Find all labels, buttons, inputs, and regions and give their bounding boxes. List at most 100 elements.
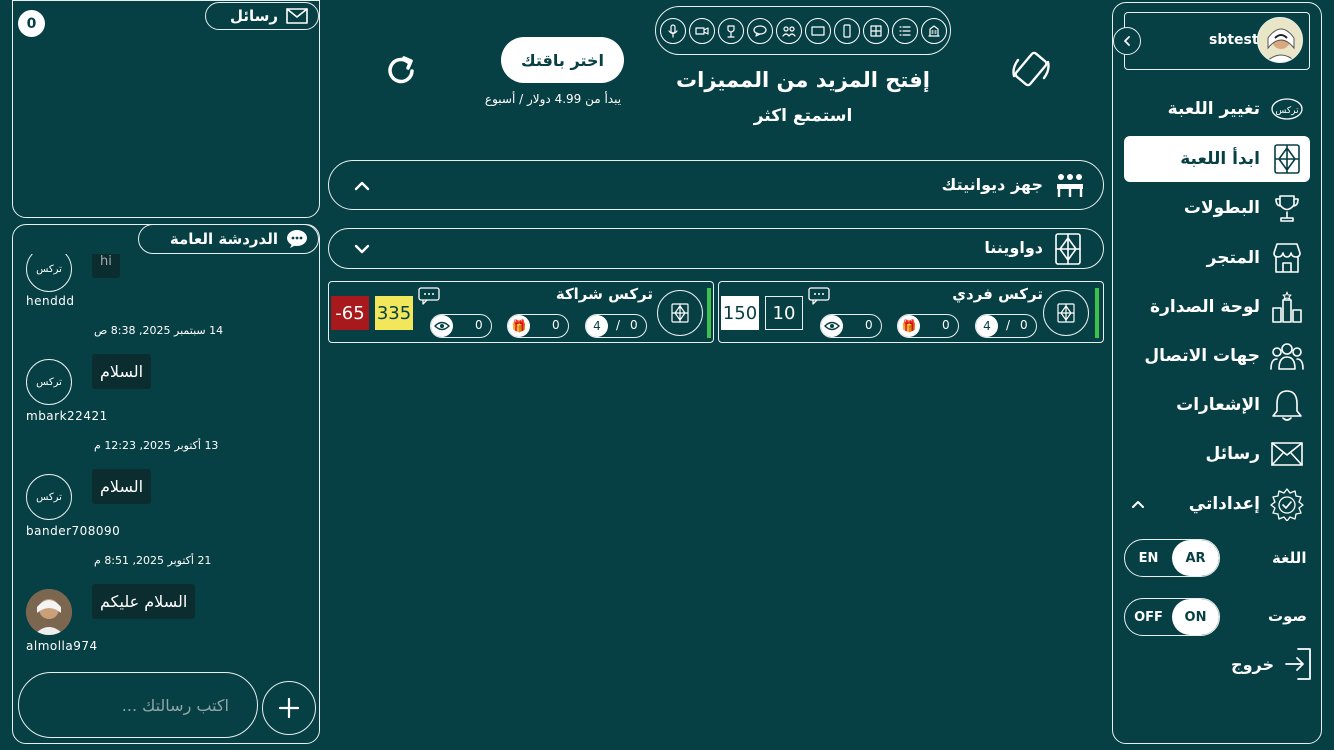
leaderboard-icon <box>1270 290 1304 324</box>
chat-username: henddd <box>26 294 75 308</box>
features-icon-bar[interactable] <box>655 6 951 55</box>
sidebar-item-settings[interactable]: إعداداتي <box>1124 481 1310 527</box>
our-diwans-section[interactable]: دواويننا <box>328 228 1104 269</box>
trophy-icon <box>1270 191 1304 225</box>
store-icon <box>1270 241 1304 275</box>
sidebar-item-label: الإشعارات <box>1176 395 1260 415</box>
gift-icon: 🎁 <box>898 315 920 337</box>
choose-package-button[interactable]: اختر باقتك <box>501 37 624 83</box>
sidebar-item-contacts[interactable]: جهات الاتصال <box>1124 333 1310 379</box>
chat-dots-icon[interactable] <box>418 287 440 305</box>
sound-off-option[interactable]: OFF <box>1125 599 1172 635</box>
game-board-icon <box>1055 233 1081 265</box>
avatar[interactable]: تركس <box>26 254 72 292</box>
viewers-count: 0 <box>430 314 492 338</box>
divider-slash: / <box>616 318 621 332</box>
game-board-icon <box>1270 142 1304 176</box>
rotate-device-icon <box>1012 51 1050 87</box>
score-team-a: 335 <box>375 296 413 330</box>
avatar[interactable]: تركس <box>26 474 72 520</box>
sidebar-item-store[interactable]: المتجر <box>1124 235 1310 281</box>
video-icon <box>688 17 715 44</box>
language-label: اللغة <box>1272 549 1307 567</box>
settings-label-group: إعداداتي <box>1189 487 1304 521</box>
room-game-badge[interactable] <box>1043 290 1089 336</box>
chat-input-placeholder: اكتب رسالتك ... <box>121 695 229 715</box>
chat-message-partial: hi <box>92 254 120 278</box>
sound-on-option[interactable]: ON <box>1172 599 1219 635</box>
our-diwans-label: دواويننا <box>984 238 1043 257</box>
game-board-icon <box>671 303 689 323</box>
prepare-diwan-label: جهز ديوانيتك <box>941 175 1043 194</box>
user-photo-avatar[interactable] <box>26 589 72 635</box>
building-icon <box>920 17 947 44</box>
sidebar-item-label: البطولات <box>1183 198 1260 218</box>
logout-button[interactable]: خروج <box>1224 644 1314 684</box>
room-card-solo[interactable]: تركس فردي 4 / 0 🎁 0 0 10 150 <box>718 281 1104 343</box>
room-game-badge[interactable] <box>657 290 703 336</box>
chat-input[interactable]: اكتب رسالتك ... <box>18 672 258 738</box>
sidebar-item-label: ابدأ اللعبة <box>1180 149 1260 169</box>
chat-icon <box>746 17 773 44</box>
chat-messages[interactable]: تركس hi henddd 14 سبتمبر 2025, 8:38 ص تر… <box>14 254 318 664</box>
avatar[interactable]: تركس <box>26 359 72 405</box>
players-count: 4 / 0 <box>585 314 647 338</box>
sound-toggle[interactable]: OFF ON <box>1124 598 1220 636</box>
sound-label: صوت <box>1268 607 1307 625</box>
prepare-diwan-section[interactable]: جهز ديوانيتك <box>328 160 1104 210</box>
room-title: تركس شراكة <box>555 285 653 303</box>
room-card-partnership[interactable]: تركس شراكة 4 / 0 🎁 0 0 335 -65 <box>328 281 714 343</box>
sidebar-item-tournaments[interactable]: البطولات <box>1124 185 1310 231</box>
list-icon <box>891 17 918 44</box>
sidebar-item-change-game[interactable]: تغيير اللعبة تركس <box>1124 86 1310 132</box>
sidebar-item-leaderboard[interactable]: لوحة الصدارة <box>1124 284 1310 330</box>
eye-icon <box>821 315 843 337</box>
score-team-b: -65 <box>331 296 369 330</box>
chat-username: bander708090 <box>26 524 121 538</box>
messages-header-pill[interactable]: رسائل <box>205 2 319 30</box>
gifts-value: 0 <box>942 318 950 332</box>
players-current: 0 <box>630 318 638 332</box>
chevron-left-icon <box>1124 36 1130 46</box>
refresh-button[interactable] <box>382 52 420 90</box>
sidebar-item-start-game[interactable]: ابدأ اللعبة <box>1124 136 1310 182</box>
game-board-icon <box>1057 303 1075 323</box>
chat-message: السلام <box>92 354 152 389</box>
tarkes-logo-icon: تركس <box>1270 92 1304 126</box>
room-title: تركس فردي <box>952 285 1043 303</box>
gifts-count: 🎁 0 <box>507 314 569 338</box>
sidebar-item-messages[interactable]: رسائل <box>1124 431 1310 477</box>
public-chat-header: الدردشة العامة <box>138 224 319 254</box>
profile-card[interactable]: sbtest <box>1113 12 1310 70</box>
chat-message: السلام <box>92 469 152 504</box>
lang-ar-option[interactable]: AR <box>1172 540 1219 576</box>
plus-icon <box>278 697 300 719</box>
chat-username: almolla974 <box>26 639 98 653</box>
tv-icon <box>804 17 831 44</box>
profile-avatar[interactable] <box>1257 17 1303 63</box>
sidebar-item-notifications[interactable]: الإشعارات <box>1124 382 1310 428</box>
bell-icon <box>1270 388 1304 422</box>
viewers-value: 0 <box>865 318 873 332</box>
gift-icon: 🎁 <box>508 315 530 337</box>
players-count: 4 / 0 <box>975 314 1037 338</box>
rotate-screen-button[interactable] <box>1008 46 1054 92</box>
profile-username: sbtest <box>1209 32 1259 48</box>
players-max: 4 <box>586 315 608 337</box>
add-attachment-button[interactable] <box>262 681 316 735</box>
sidebar-item-label: لوحة الصدارة <box>1150 297 1260 317</box>
svg-text:تركس: تركس <box>1275 106 1299 116</box>
lang-en-option[interactable]: EN <box>1125 540 1172 576</box>
chat-dots-icon[interactable] <box>808 287 830 305</box>
chevron-up-icon[interactable] <box>1130 496 1146 512</box>
logout-icon <box>1285 648 1311 680</box>
score-team-b: 150 <box>721 296 759 330</box>
chat-timestamp: 21 أكتوبر 2025, 8:51 م <box>94 554 212 567</box>
collapse-sidebar-button[interactable] <box>1113 27 1141 55</box>
language-toggle[interactable]: EN AR <box>1124 539 1220 577</box>
players-max: 4 <box>976 315 998 337</box>
phone-icon <box>833 17 860 44</box>
messages-count-badge: 0 <box>18 10 45 37</box>
gear-icon <box>1270 487 1304 521</box>
package-price-note: يبدأ من 4.99 دولار / أسبوع <box>484 92 622 106</box>
